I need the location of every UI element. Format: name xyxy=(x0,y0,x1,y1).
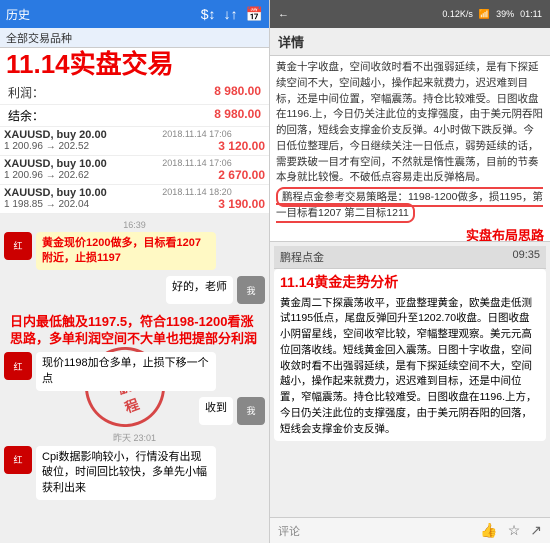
left-panel: 历史 $↕ ↓↑ 📅 全部交易品种 11.14实盘交易 利润： 8 980.00… xyxy=(0,0,270,543)
chat-time-1: 16:39 xyxy=(4,220,265,230)
right-chat-area[interactable]: 鹏程点金 09:35 11.14黄金走势分析 黄金周二下探震荡收平，亚盘整理黄金… xyxy=(270,242,550,517)
calendar-icon[interactable]: 📅 xyxy=(246,6,263,23)
battery-text: 39% xyxy=(496,9,514,20)
balance-value: 8 980.00 xyxy=(214,107,261,124)
trade-table: XAUUSD, buy 20.00 1 200.96 → 202.52 2018… xyxy=(0,127,269,214)
chat-section[interactable]: 16:39 红 黄金现价1200做多，目标看1207附近，止损1197 我 好的… xyxy=(0,214,269,543)
avatar-me-2: 我 xyxy=(237,397,265,425)
time-text: 01:11 xyxy=(520,9,542,20)
analysis-text: 日内最低触及1197.5，符合1198-1200看涨思路，多单利润空间不大单也把… xyxy=(10,314,257,346)
share-icon[interactable]: ↗ xyxy=(530,522,542,539)
detail-title-text: 详情 xyxy=(278,35,304,50)
chat-label: 鹏程点金 xyxy=(280,249,324,265)
detail-title-bar: 详情 xyxy=(270,28,550,56)
balance-row: 结余： 8 980.00 xyxy=(0,105,269,127)
right-bubble-content: 11.14黄金走势分析 黄金周二下探震荡收平，亚盘整理黄金，欧美盘走低测试119… xyxy=(274,269,546,441)
thumb-icon[interactable]: 👍 xyxy=(480,522,497,539)
avatar-teacher-3: 红 xyxy=(4,446,32,474)
signal-text: 0.12K/s xyxy=(442,9,473,20)
bubble-reply1: 好的，老师 xyxy=(166,276,233,304)
back-arrow[interactable]: ← xyxy=(278,8,289,20)
big-trade-title: 11.14实盘交易 xyxy=(0,48,269,81)
chat-bubble-add: 红 现价1198加仓多单，止损下移一个点 xyxy=(4,352,265,391)
profit-row: 利润： 8 980.00 xyxy=(0,81,269,105)
right-chat-title: 11.14黄金走势分析 xyxy=(280,273,540,293)
status-icons: 0.12K/s 📶 39% 01:11 xyxy=(442,9,542,20)
chat-time-2: 昨天 23:01 xyxy=(4,431,265,444)
bubble-tip: 黄金现价1200做多，目标看1207附近，止损1197 xyxy=(36,232,216,271)
comment-placeholder: 评论 xyxy=(278,523,300,539)
detail-content: 黄金十字收盘，空间收敛时看不出强弱延续，是有下探延续空间不大，空间越小，操作起来… xyxy=(270,56,550,241)
table-row: XAUUSD, buy 10.00 1 200.96 → 202.62 2018… xyxy=(0,155,269,184)
bubble-cpi: Cpi数据影响较小，行情没有出现破位，时间回比较快，多单先小幅获利出来 xyxy=(36,446,216,500)
star-icon[interactable]: ☆ xyxy=(508,522,521,539)
detail-label: 实盘布局思路 xyxy=(276,226,544,242)
avatar-teacher: 红 xyxy=(4,232,32,260)
trade-table-area: XAUUSD, buy 20.00 1 200.96 → 202.52 2018… xyxy=(0,127,269,214)
chat-time: 09:35 xyxy=(512,249,540,265)
table-row: XAUUSD, buy 20.00 1 200.96 → 202.52 2018… xyxy=(0,127,269,156)
balance-label: 结余： xyxy=(8,107,44,124)
tip-text: 黄金现价1200做多，目标看1207附近，止损1197 xyxy=(42,237,201,264)
avatar-teacher-2: 红 xyxy=(4,352,32,380)
bubble-add: 现价1198加仓多单，止损下移一个点 xyxy=(36,352,216,391)
profit-label: 利润： xyxy=(8,84,44,101)
table-row: XAUUSD, buy 10.00 1 198.85 → 202.04 2018… xyxy=(0,184,269,213)
right-panel: ← 0.12K/s 📶 39% 01:11 详情 黄金十字收盘，空间收敛时看不出… xyxy=(270,0,550,543)
header-icons: $↕ ↓↑ 📅 xyxy=(201,6,263,23)
arrow-icon[interactable]: ↓↑ xyxy=(224,6,238,23)
chat-analysis: 日内最低触及1197.5，符合1198-1200看涨思路，多单利润空间不大单也把… xyxy=(4,310,265,352)
profit-value: 8 980.00 xyxy=(214,84,261,101)
history-title: 历史 xyxy=(6,6,30,23)
bubble-received: 收到 xyxy=(199,397,233,425)
comment-icons: 👍 ☆ ↗ xyxy=(480,522,542,539)
detail-circle-highlight: 鹏程点金参考交易策略是：1198-1200做多，损1195，第一目标看1207 … xyxy=(276,190,544,222)
right-status-bar: ← 0.12K/s 📶 39% 01:11 xyxy=(270,0,550,28)
sort-icon[interactable]: $↕ xyxy=(201,6,216,23)
chat-bubble-tip: 红 黄金现价1200做多，目标看1207附近，止损1197 xyxy=(4,232,265,271)
all-trades-label: 全部交易品种 xyxy=(6,30,72,46)
chat-bubble-reply1: 我 好的，老师 xyxy=(4,276,265,304)
chat-bubble-received: 我 收到 xyxy=(4,397,265,425)
avatar-me: 我 xyxy=(237,276,265,304)
chat-bubble-cpi: 红 Cpi数据影响较小，行情没有出现破位，时间回比较快，多单先小幅获利出来 xyxy=(4,446,265,500)
right-chat-header: 鹏程点金 09:35 xyxy=(274,246,546,269)
wifi-icon: 📶 xyxy=(479,9,490,20)
comment-bar[interactable]: 评论 👍 ☆ ↗ xyxy=(270,517,550,543)
strategy-text: 鹏程点金参考交易策略是：1198-1200做多，损1195，第一目标看1207 … xyxy=(276,187,543,223)
sub-header: 全部交易品种 xyxy=(0,28,269,48)
detail-para1: 黄金十字收盘，空间收敛时看不出强弱延续，是有下探延续空间不大，空间越小，操作起来… xyxy=(276,60,544,186)
left-header: 历史 $↕ ↓↑ 📅 xyxy=(0,0,269,28)
right-chat-bubble: 11.14黄金走势分析 黄金周二下探震荡收平，亚盘整理黄金，欧美盘走低测试119… xyxy=(274,269,546,441)
right-chat-body: 黄金周二下探震荡收平，亚盘整理黄金，欧美盘走低测试1195低点，尾盘反弹回升至1… xyxy=(280,296,540,438)
